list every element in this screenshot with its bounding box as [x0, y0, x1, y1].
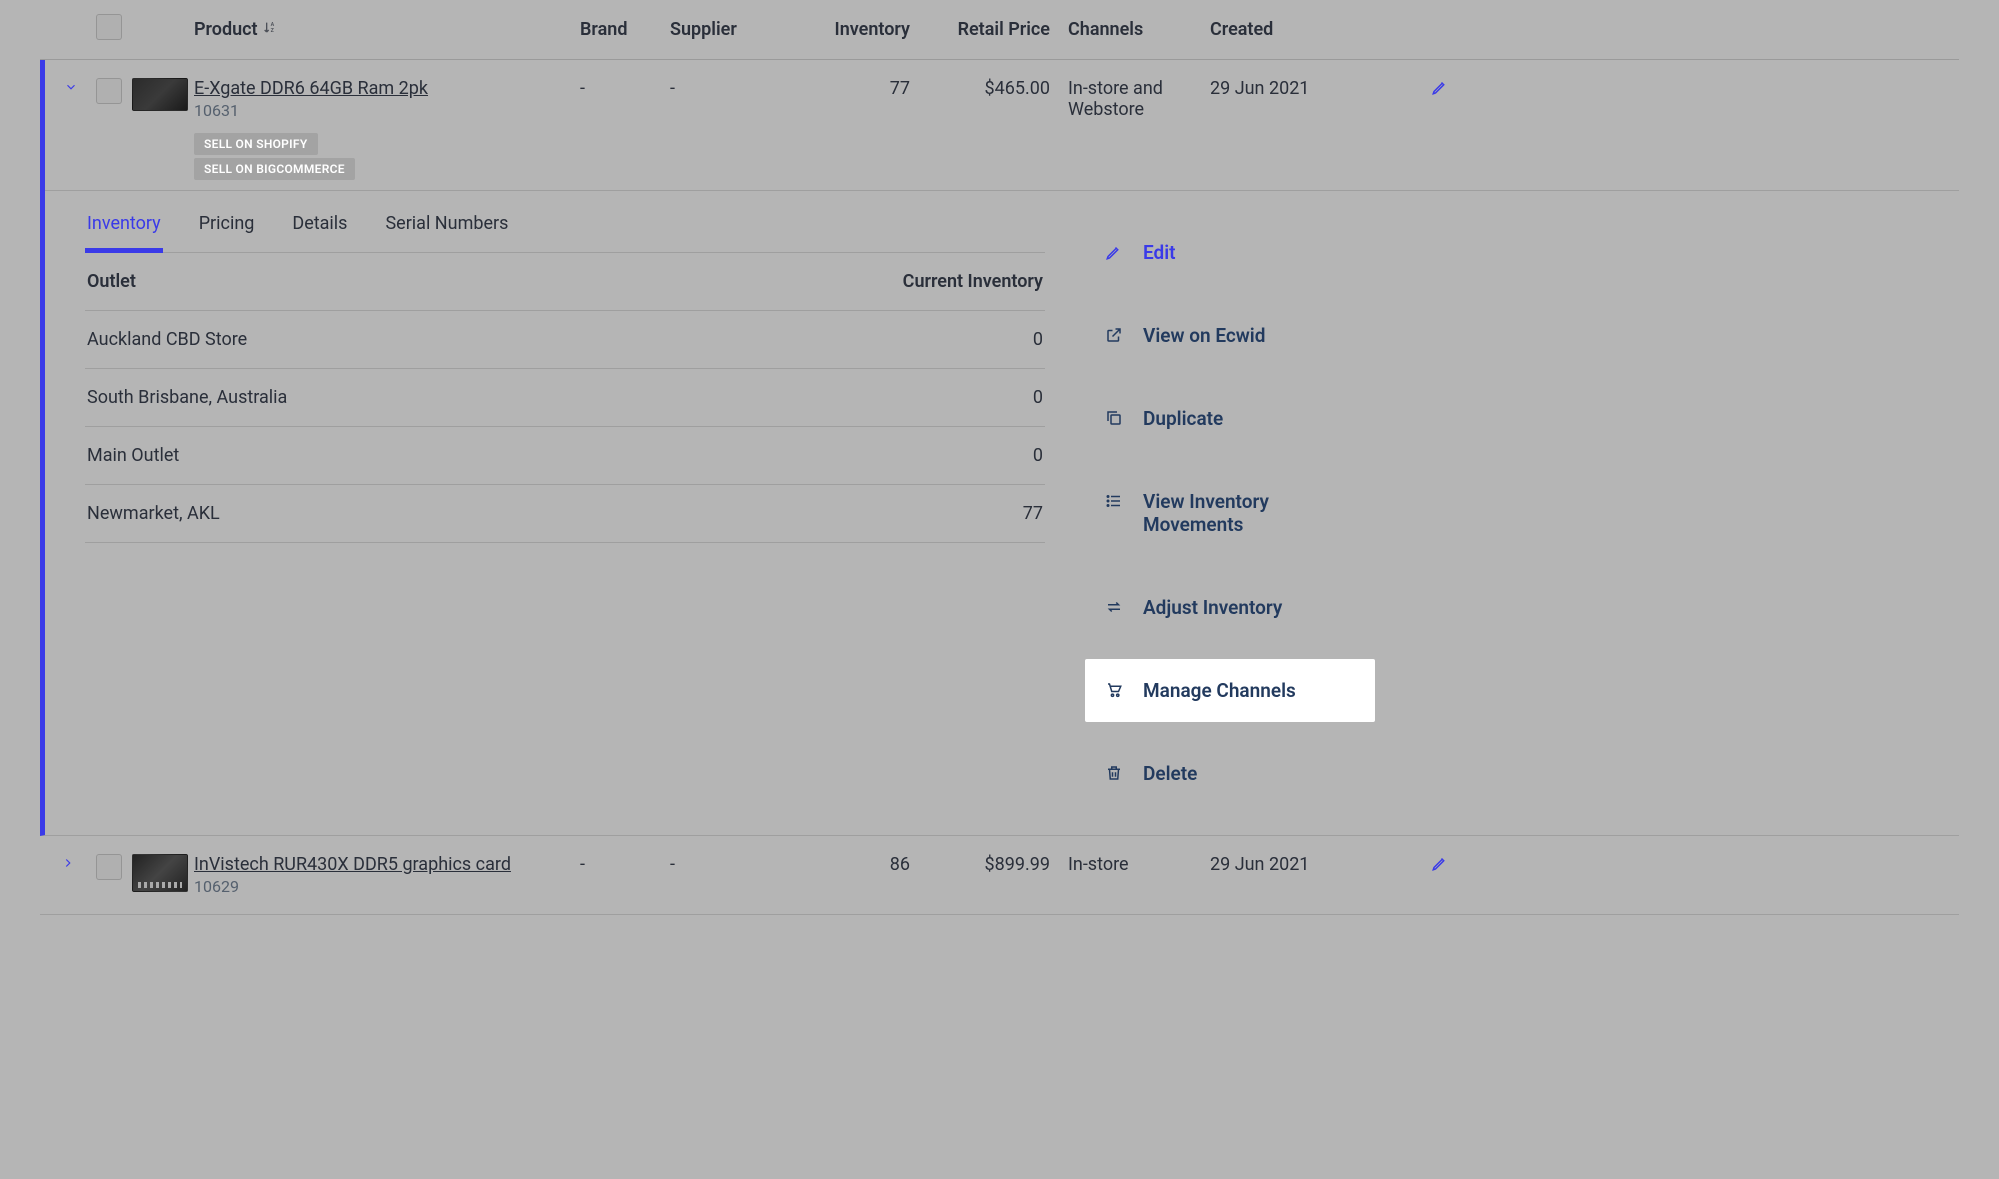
detail-tabs: Inventory Pricing Details Serial Numbers: [85, 191, 1045, 253]
outlet-name: Newmarket, AKL: [87, 503, 220, 524]
cell-channels: In-store and Webstore: [1050, 78, 1210, 120]
action-adjust-inventory[interactable]: Adjust Inventory: [1085, 576, 1375, 639]
chevron-down-icon[interactable]: [62, 78, 80, 96]
outlet-row: South Brisbane, Australia 0: [85, 369, 1045, 427]
cell-created: 29 Jun 2021: [1210, 854, 1410, 875]
product-name-link[interactable]: E-Xgate DDR6 64GB Ram 2pk: [194, 78, 580, 99]
badge-shopify[interactable]: SELL ON SHOPIFY: [194, 133, 318, 155]
cell-created: 29 Jun 2021: [1210, 78, 1410, 99]
cell-supplier: -: [670, 854, 790, 875]
column-header-product[interactable]: Product A Z: [194, 19, 580, 40]
outlet-row: Newmarket, AKL 77: [85, 485, 1045, 543]
product-sku: 10629: [194, 877, 580, 896]
column-header-brand[interactable]: Brand: [580, 19, 670, 40]
column-header-inventory[interactable]: Inventory: [790, 19, 910, 40]
pencil-icon: [1103, 243, 1125, 261]
outlet-inventory: 0: [1033, 445, 1043, 466]
external-link-icon: [1103, 326, 1125, 344]
badge-bigcommerce[interactable]: SELL ON BIGCOMMERCE: [194, 158, 355, 180]
column-header-created[interactable]: Created: [1210, 19, 1410, 40]
product-thumbnail: [132, 854, 188, 892]
swap-icon: [1103, 598, 1125, 616]
product-sku: 10631: [194, 101, 580, 120]
action-delete[interactable]: Delete: [1085, 742, 1375, 805]
tab-inventory[interactable]: Inventory: [85, 191, 163, 252]
action-view-inventory-movements[interactable]: View Inventory Movements: [1085, 470, 1375, 556]
table-header-row: Product A Z Brand Supplier Inventory Ret…: [40, 0, 1959, 60]
cell-brand: -: [580, 854, 670, 875]
tab-serial-numbers[interactable]: Serial Numbers: [383, 191, 510, 252]
column-header-retail-price[interactable]: Retail Price: [910, 19, 1050, 40]
product-detail-panel: Inventory Pricing Details Serial Numbers…: [45, 190, 1959, 835]
outlet-row: Main Outlet 0: [85, 427, 1045, 485]
column-header-supplier[interactable]: Supplier: [670, 19, 790, 40]
tab-pricing[interactable]: Pricing: [197, 191, 257, 252]
cell-brand: -: [580, 78, 670, 99]
cell-retail-price: $465.00: [910, 78, 1050, 99]
cell-inventory: 77: [790, 78, 910, 99]
outlet-inventory: 0: [1033, 329, 1043, 350]
product-row-expanded: E-Xgate DDR6 64GB Ram 2pk 10631 SELL ON …: [40, 60, 1959, 836]
pencil-icon[interactable]: [1431, 856, 1449, 877]
outlet-name: Main Outlet: [87, 445, 179, 466]
outlet-name: South Brisbane, Australia: [87, 387, 287, 408]
tab-details[interactable]: Details: [290, 191, 349, 252]
cell-inventory: 86: [790, 854, 910, 875]
outlet-inventory: 0: [1033, 387, 1043, 408]
current-inventory-header: Current Inventory: [903, 271, 1043, 292]
outlet-inventory: 77: [1023, 503, 1043, 524]
product-name-link[interactable]: InVistech RUR430X DDR5 graphics card: [194, 854, 580, 875]
column-header-channels[interactable]: Channels: [1050, 19, 1210, 40]
row-checkbox[interactable]: [96, 78, 122, 104]
trash-icon: [1103, 764, 1125, 782]
product-row-collapsed: InVistech RUR430X DDR5 graphics card 106…: [40, 836, 1959, 915]
product-thumbnail: [132, 78, 188, 111]
outlet-name: Auckland CBD Store: [87, 329, 247, 350]
cell-channels: In-store: [1050, 854, 1210, 875]
outlet-header: Outlet: [87, 271, 136, 292]
action-duplicate[interactable]: Duplicate: [1085, 387, 1375, 450]
copy-icon: [1103, 409, 1125, 427]
svg-text:Z: Z: [270, 28, 274, 34]
outlet-inventory-table: Outlet Current Inventory Auckland CBD St…: [85, 253, 1045, 543]
pencil-icon[interactable]: [1431, 80, 1449, 101]
list-icon: [1103, 492, 1125, 510]
cell-supplier: -: [670, 78, 790, 99]
select-all-checkbox[interactable]: [96, 14, 122, 40]
svg-text:A: A: [270, 22, 274, 28]
sort-az-icon: A Z: [262, 20, 278, 40]
cart-icon: [1103, 681, 1125, 699]
action-manage-channels[interactable]: Manage Channels: [1085, 659, 1375, 722]
action-view-ecwid[interactable]: View on Ecwid: [1085, 304, 1375, 367]
action-edit[interactable]: Edit: [1085, 221, 1375, 284]
chevron-right-icon[interactable]: [59, 854, 77, 872]
row-checkbox[interactable]: [96, 854, 122, 880]
cell-retail-price: $899.99: [910, 854, 1050, 875]
outlet-row: Auckland CBD Store 0: [85, 311, 1045, 369]
